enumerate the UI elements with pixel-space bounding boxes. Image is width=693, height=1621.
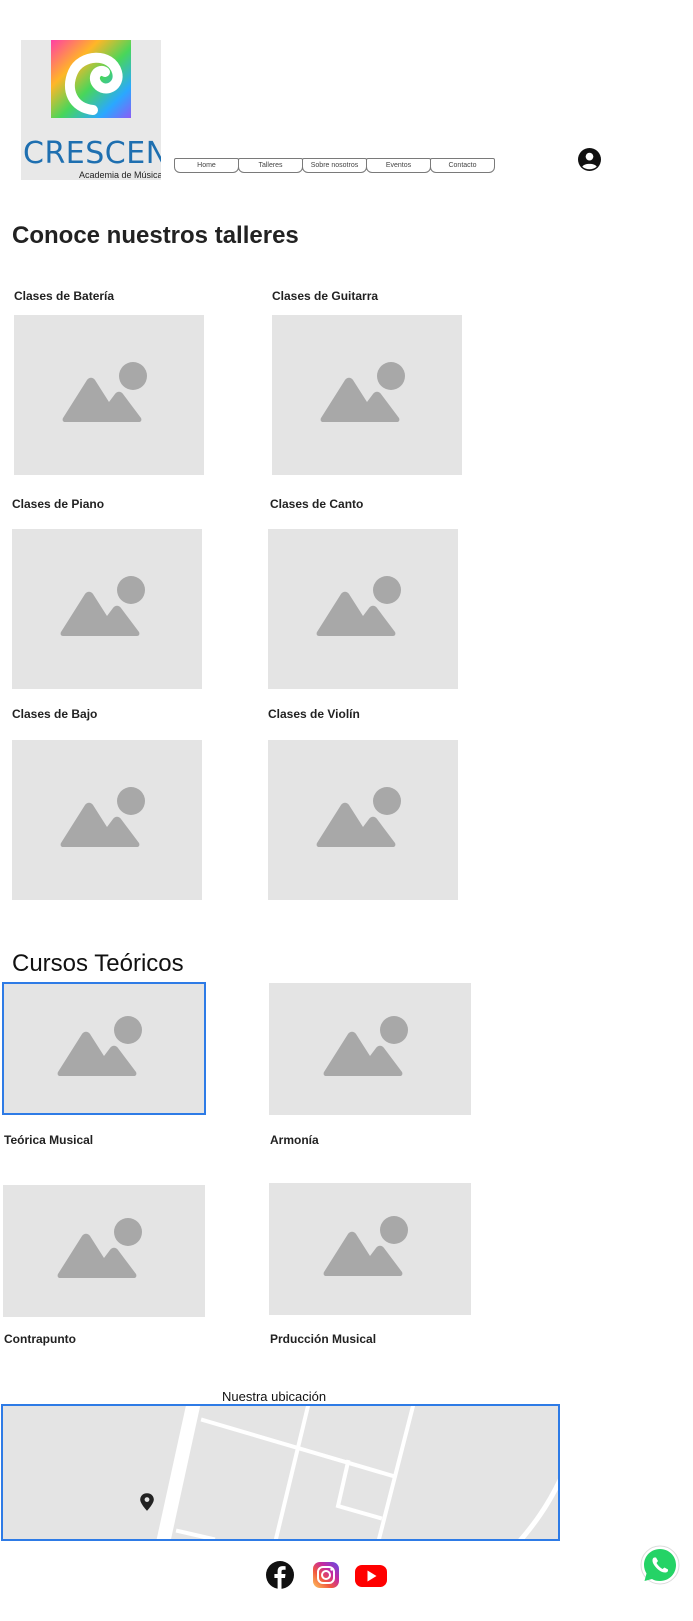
curso-label-teorica: Teórica Musical <box>4 1133 94 1147</box>
taller-image-piano[interactable] <box>12 529 202 689</box>
taller-image-canto[interactable] <box>268 529 458 689</box>
whatsapp-icon[interactable] <box>640 1545 680 1585</box>
taller-label-bajo: Clases de Bajo <box>12 707 98 721</box>
image-placeholder-icon <box>57 1218 142 1278</box>
location-map[interactable] <box>1 1404 560 1541</box>
image-placeholder-icon <box>60 787 145 847</box>
taller-image-guitarra[interactable] <box>272 315 462 475</box>
user-circle-icon[interactable] <box>578 148 601 171</box>
curso-label-produccion: Prducción Musical <box>270 1332 377 1346</box>
talleres-title: Conoce nuestros talleres <box>12 222 299 249</box>
logo-subtitle: Academia de Música <box>79 170 161 180</box>
nav-contacto[interactable]: Contacto <box>430 158 495 173</box>
image-placeholder-icon <box>316 787 401 847</box>
taller-image-bajo[interactable] <box>12 740 202 900</box>
image-placeholder-icon <box>323 1216 408 1276</box>
logo[interactable]: CRESCENDO Academia de Música <box>21 40 161 180</box>
curso-image-contrapunto[interactable] <box>3 1185 205 1317</box>
image-placeholder-icon <box>320 362 405 422</box>
taller-image-bateria[interactable] <box>14 315 204 475</box>
image-placeholder-icon <box>57 1015 142 1076</box>
instagram-icon[interactable] <box>311 1560 341 1590</box>
youtube-icon[interactable] <box>354 1560 388 1590</box>
image-placeholder-icon <box>62 362 147 422</box>
main-nav: Home Talleres Sobre nosotros Eventos Con… <box>174 158 495 173</box>
logo-wordmark: CRESCENDO <box>23 136 161 171</box>
curso-label-armonia: Armonía <box>270 1133 319 1147</box>
cursos-title: Cursos Teóricos <box>12 950 184 977</box>
image-placeholder-icon <box>60 576 145 636</box>
facebook-icon[interactable] <box>265 1560 295 1590</box>
taller-label-canto: Clases de Canto <box>270 497 364 511</box>
taller-label-piano: Clases de Piano <box>12 497 105 511</box>
nav-home[interactable]: Home <box>174 158 239 173</box>
map-pin-icon[interactable] <box>139 1492 155 1512</box>
map-title: Nuestra ubicación <box>222 1389 327 1404</box>
image-placeholder-icon <box>323 1016 408 1076</box>
taller-label-bateria: Clases de Batería <box>14 289 115 303</box>
taller-label-guitarra: Clases de Guitarra <box>272 289 379 303</box>
nav-eventos[interactable]: Eventos <box>366 158 431 173</box>
map-streets <box>156 1406 558 1539</box>
curso-image-armonia[interactable] <box>269 983 471 1115</box>
nav-talleres[interactable]: Talleres <box>238 158 303 173</box>
taller-label-violin: Clases de Violín <box>268 707 360 721</box>
image-placeholder-icon <box>316 576 401 636</box>
nav-sobre-nosotros[interactable]: Sobre nosotros <box>302 158 367 173</box>
logo-swirl-icon <box>51 40 131 118</box>
curso-image-teorica[interactable] <box>2 982 206 1115</box>
taller-image-violin[interactable] <box>268 740 458 900</box>
curso-image-produccion[interactable] <box>269 1183 471 1315</box>
curso-label-contrapunto: Contrapunto <box>4 1332 76 1346</box>
